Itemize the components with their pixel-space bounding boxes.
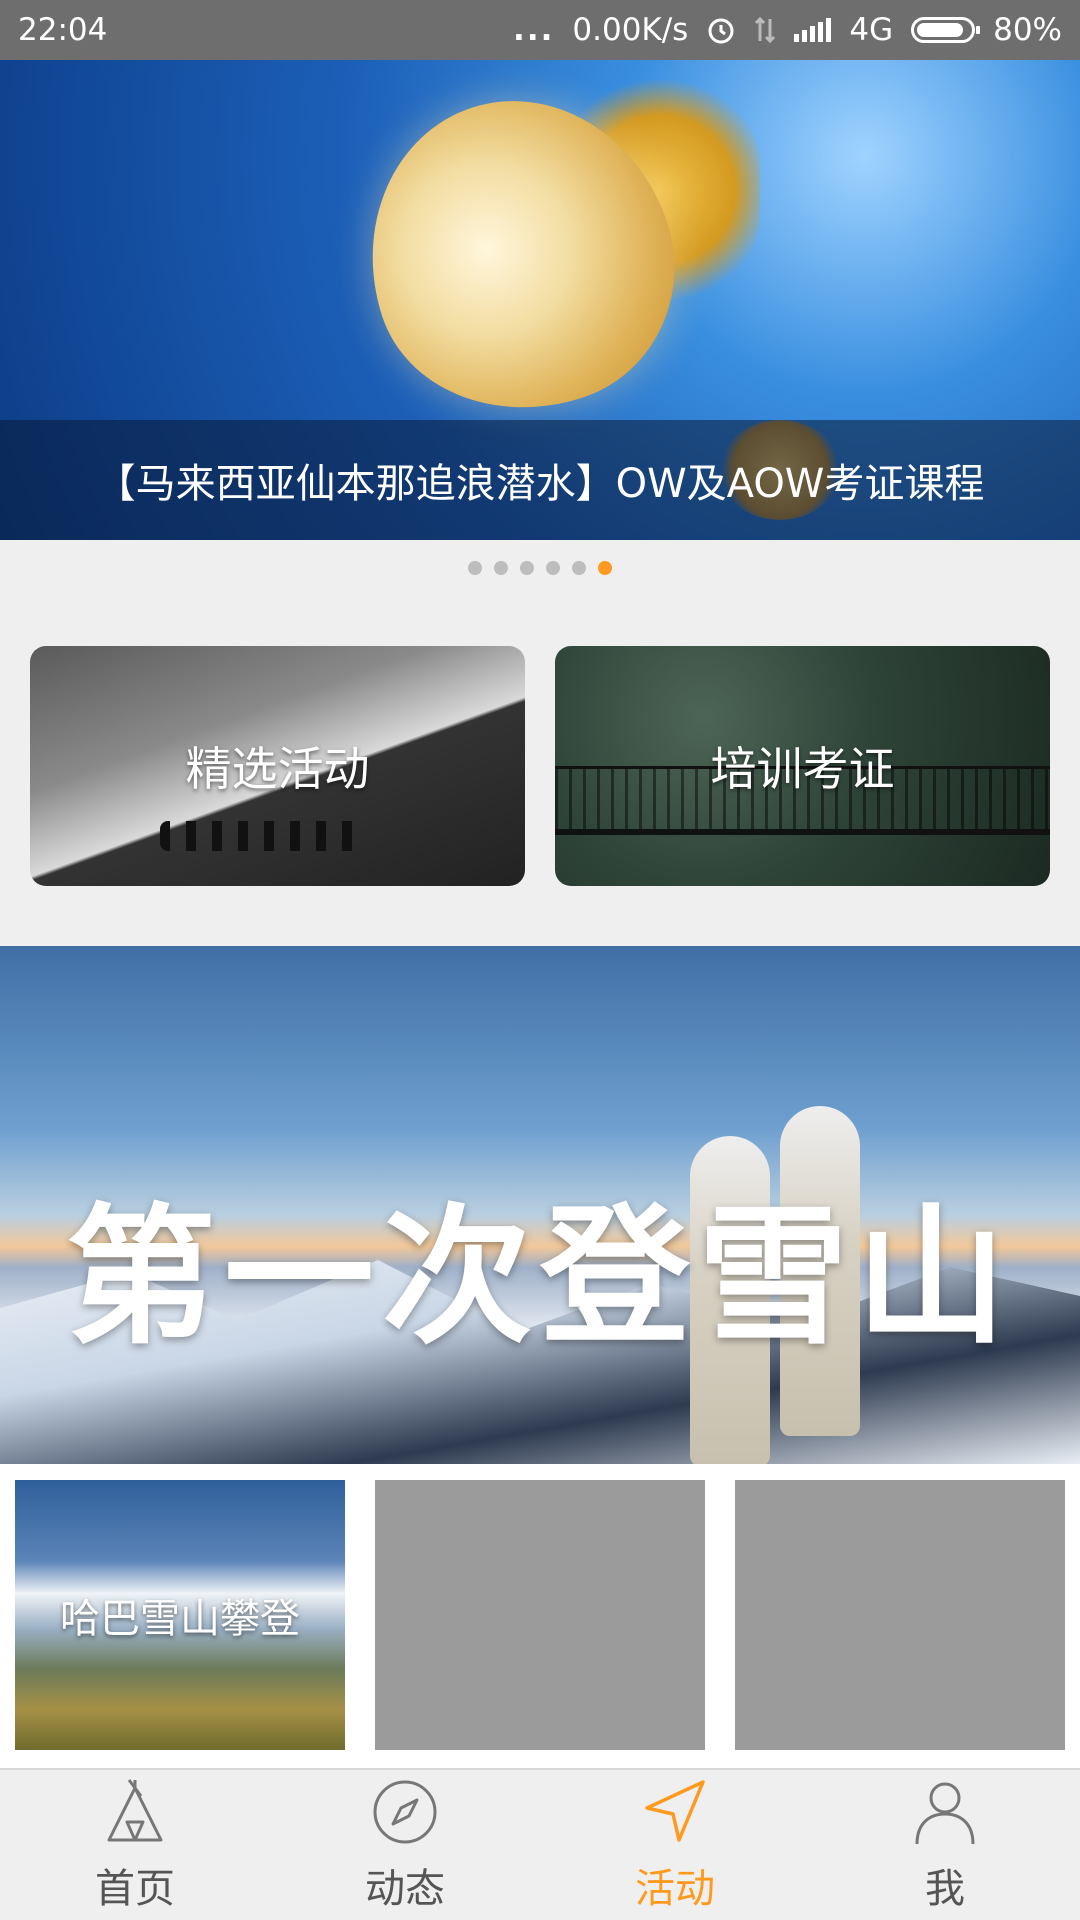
- nav-item-label: 我: [925, 1866, 965, 1912]
- nav-item-home[interactable]: 首页: [0, 1770, 270, 1920]
- category-card-training-certification[interactable]: 培训考证: [555, 646, 1050, 886]
- activity-thumbnail-placeholder[interactable]: [735, 1480, 1065, 1750]
- nav-item-activities[interactable]: 活动: [540, 1770, 810, 1920]
- bottom-navigation: 首页 动态 活动 我: [0, 1768, 1080, 1920]
- feature-banner[interactable]: 第一次登雪山: [0, 946, 1080, 1464]
- tent-icon: [107, 1779, 163, 1842]
- feature-title: 第一次登雪山: [65, 1189, 1014, 1365]
- data-transfer-icon: [755, 16, 776, 44]
- battery-level: 80%: [993, 12, 1062, 48]
- carousel-dot[interactable]: [468, 561, 482, 575]
- alarm-icon: [708, 18, 734, 44]
- app-screen: 22:04 ... 0.00K/s 4G 80% 【马来西亚仙本那追浪潜水】OW…: [0, 0, 1080, 1920]
- activity-thumbnail-placeholder[interactable]: [375, 1480, 705, 1750]
- banner-caption: 【马来西亚仙本那追浪潜水】OW及AOW考证课程: [0, 420, 1080, 540]
- status-time: 22:04: [18, 12, 108, 48]
- status-bar: 22:04 ... 0.00K/s 4G 80%: [0, 0, 1080, 60]
- nav-item-label: 动态: [365, 1866, 445, 1912]
- carousel-dot-active[interactable]: [598, 561, 612, 575]
- carousel-dot[interactable]: [494, 561, 508, 575]
- status-indicators: ... 0.00K/s 4G 80%: [513, 12, 1062, 48]
- notification-dots: ...: [513, 12, 555, 48]
- nav-item-label: 活动: [635, 1866, 715, 1912]
- compass-icon: [373, 1780, 437, 1844]
- category-card-label: 精选活动: [185, 742, 370, 796]
- category-card-label: 培训考证: [710, 742, 895, 796]
- paper-plane-icon: [645, 1780, 705, 1842]
- carousel-dot[interactable]: [546, 561, 560, 575]
- card-image-penguins: [160, 821, 360, 851]
- carousel-indicator: [0, 561, 1080, 575]
- network-speed: 0.00K/s: [572, 12, 689, 48]
- activity-thumbnails: 哈巴雪山攀登: [0, 1464, 1080, 1768]
- activity-thumbnail[interactable]: 哈巴雪山攀登: [15, 1480, 345, 1750]
- battery-icon: [911, 17, 981, 43]
- user-icon: [915, 1782, 975, 1845]
- nav-item-moments[interactable]: 动态: [270, 1770, 540, 1920]
- nav-item-label: 首页: [95, 1866, 175, 1912]
- activity-thumbnail-label: 哈巴雪山攀登: [60, 1596, 300, 1642]
- nav-item-me[interactable]: 我: [810, 1770, 1080, 1920]
- category-card-featured-activities[interactable]: 精选活动: [30, 646, 525, 886]
- carousel-dot[interactable]: [572, 561, 586, 575]
- carousel-dot[interactable]: [520, 561, 534, 575]
- network-type: 4G: [849, 12, 894, 48]
- hero-banner[interactable]: 【马来西亚仙本那追浪潜水】OW及AOW考证课程: [0, 60, 1080, 540]
- signal-icon: [794, 18, 832, 42]
